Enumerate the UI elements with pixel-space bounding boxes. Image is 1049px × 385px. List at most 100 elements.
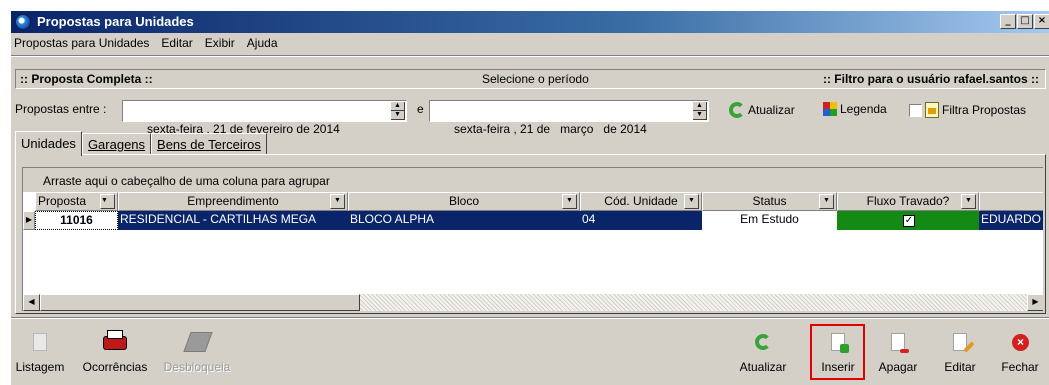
proposal-mode-label: :: Proposta Completa :: xyxy=(20,72,153,86)
menu-divider xyxy=(11,55,1049,57)
col-unidade-dropdown-icon[interactable]: ▼ xyxy=(684,194,699,209)
filter-tool[interactable]: Filtra Propostas xyxy=(909,102,1026,118)
col-proposta-dropdown-icon[interactable]: ▼ xyxy=(100,194,115,209)
end-date-picker[interactable]: sexta-feira , 21 de março de 2014 ▲ ▼ xyxy=(429,100,709,136)
col-cod-unidade[interactable]: Cód. Unidade ▼ xyxy=(580,192,702,211)
maximize-button[interactable]: □ xyxy=(1017,14,1033,29)
col-extra[interactable] xyxy=(979,192,1043,211)
col-fluxo-travado[interactable]: Fluxo Travado? ▼ xyxy=(837,192,979,211)
fechar-icon: × xyxy=(1006,328,1034,356)
cell-proposta[interactable]: 11016 xyxy=(35,211,118,230)
col-status[interactable]: Status ▼ xyxy=(702,192,837,211)
cell-empreendimento[interactable]: RESIDENCIAL - CARTILHAS MEGA xyxy=(118,211,348,230)
cell-fluxo-travado[interactable]: ✓ xyxy=(837,211,979,230)
column-headers: Proposta ▼ Empreendimento ▼ Bloco ▼ Cód. Un… xyxy=(23,192,1043,211)
apagar-icon xyxy=(884,328,912,356)
tab-strip: Unidades Garagens Bens de Terceiros xyxy=(15,131,267,156)
filter-icon xyxy=(925,102,939,118)
window-title: Propostas para Unidades xyxy=(37,14,194,29)
ocorrencias-icon xyxy=(101,328,129,356)
col-bloco[interactable]: Bloco ▼ xyxy=(348,192,580,211)
period-label: Propostas entre : xyxy=(15,102,107,116)
filter-checkbox[interactable] xyxy=(909,103,922,117)
tab-unidades[interactable]: Unidades xyxy=(15,131,82,156)
col-fluxo-dropdown-icon[interactable]: ▼ xyxy=(961,194,976,209)
menu-ajuda[interactable]: Ajuda xyxy=(247,36,278,50)
close-window-button[interactable]: × xyxy=(1034,14,1049,29)
title-bar: Propostas para Unidades _ □ × xyxy=(11,11,1049,33)
tab-bens-terceiros[interactable]: Bens de Terceiros xyxy=(151,133,267,155)
legend-label: Legenda xyxy=(840,102,887,116)
col-bloco-dropdown-icon[interactable]: ▼ xyxy=(562,194,577,209)
editar-button[interactable]: Editar xyxy=(937,328,983,374)
editar-label: Editar xyxy=(944,360,976,374)
scroll-thumb[interactable] xyxy=(40,294,360,311)
menu-propostas[interactable]: Propostas para Unidades xyxy=(14,36,149,50)
cell-bloco[interactable]: BLOCO ALPHA xyxy=(348,211,580,230)
editar-icon xyxy=(946,328,975,356)
menu-exibir[interactable]: Exibir xyxy=(205,36,235,50)
app-icon xyxy=(15,14,31,30)
listagem-label: Listagem xyxy=(15,360,65,374)
apagar-button[interactable]: Apagar xyxy=(873,328,923,374)
refresh-label: Atualizar xyxy=(748,103,795,117)
group-by-area[interactable]: Arraste aqui o cabeçalho de uma coluna p… xyxy=(23,168,1043,192)
fechar-button[interactable]: × Fechar xyxy=(997,328,1043,374)
window-controls: _ □ × xyxy=(1000,14,1049,29)
minimize-button[interactable]: _ xyxy=(1000,14,1016,29)
start-spin-down-icon[interactable]: ▼ xyxy=(391,111,405,120)
end-date-spinner[interactable]: ▲ ▼ xyxy=(692,102,707,120)
legend-icon xyxy=(823,102,837,116)
scroll-left-icon[interactable]: ◀ xyxy=(23,294,40,311)
cell-extra[interactable]: EDUARDO xyxy=(979,211,1043,230)
ocorrencias-button[interactable]: Ocorrências xyxy=(67,328,163,374)
apagar-label: Apagar xyxy=(878,360,918,374)
col-empreendimento-dropdown-icon[interactable]: ▼ xyxy=(330,194,345,209)
atualizar-label: Atualizar xyxy=(739,360,787,374)
app-window: Propostas para Unidades _ □ × Propostas … xyxy=(10,10,1049,385)
menu-editar[interactable]: Editar xyxy=(161,36,192,50)
bottom-toolbar: Listagem Ocorrências Desbloqueia Atualiz… xyxy=(11,322,1049,385)
cell-status[interactable]: Em Estudo xyxy=(702,211,837,230)
horizontal-scrollbar[interactable]: ◀ ▶ xyxy=(23,294,1043,311)
period-hint: Selecione o período xyxy=(482,72,589,86)
end-spin-up-icon[interactable]: ▲ xyxy=(693,102,707,111)
group-hint: Arraste aqui o cabeçalho de uma coluna p… xyxy=(43,174,330,188)
header-strip: :: Proposta Completa :: Selecione o perí… xyxy=(15,69,1046,89)
refresh-icon xyxy=(729,102,745,118)
table-row[interactable]: ▶ 11016 RESIDENCIAL - CARTILHAS MEGA BLO… xyxy=(23,211,1043,230)
legend-tool[interactable]: Legenda xyxy=(823,102,887,116)
period-joiner: e xyxy=(417,102,424,116)
cell-unidade[interactable]: 04 xyxy=(580,211,702,230)
inserir-highlight xyxy=(810,324,865,380)
col-proposta[interactable]: Proposta ▼ xyxy=(35,192,118,211)
start-date-spinner[interactable]: ▲ ▼ xyxy=(390,102,405,120)
desbloqueia-icon xyxy=(183,328,213,356)
desbloqueia-label: Desbloqueia xyxy=(163,360,231,374)
user-filter-label: :: Filtro para o usuário rafael.santos :… xyxy=(822,72,1039,86)
row-pointer-icon: ▶ xyxy=(23,211,35,230)
col-empreendimento[interactable]: Empreendimento ▼ xyxy=(118,192,348,211)
ocorrencias-label: Ocorrências xyxy=(82,360,148,374)
end-spin-down-icon[interactable]: ▼ xyxy=(693,111,707,120)
tab-garagens[interactable]: Garagens xyxy=(81,133,152,155)
start-date-picker[interactable]: sexta-feira , 21 de fevereiro de 2014 ▲ … xyxy=(122,100,407,136)
listagem-button[interactable]: Listagem xyxy=(15,328,65,374)
menu-bar: Propostas para Unidades Editar Exibir Aj… xyxy=(11,33,1049,53)
fechar-label: Fechar xyxy=(1001,360,1039,374)
tab-panel: Arraste aqui o cabeçalho de uma coluna p… xyxy=(15,154,1046,314)
filter-label: Filtra Propostas xyxy=(942,103,1027,117)
atualizar-button[interactable]: Atualizar xyxy=(733,328,793,374)
atualizar-icon xyxy=(749,328,777,356)
bottom-divider xyxy=(11,317,1049,319)
col-status-dropdown-icon[interactable]: ▼ xyxy=(819,194,834,209)
fluxo-checkbox-icon[interactable]: ✓ xyxy=(903,215,915,227)
refresh-tool[interactable]: Atualizar xyxy=(729,102,795,118)
scroll-right-icon[interactable]: ▶ xyxy=(1027,294,1043,311)
period-row: Propostas entre : sexta-feira , 21 de fe… xyxy=(11,97,1049,136)
desbloqueia-button[interactable]: Desbloqueia xyxy=(163,328,231,374)
end-date-value: sexta-feira , 21 de março de 2014 xyxy=(454,122,647,136)
start-spin-up-icon[interactable]: ▲ xyxy=(391,102,405,111)
proposals-grid: Arraste aqui o cabeçalho de uma coluna p… xyxy=(22,167,1043,311)
listagem-icon xyxy=(26,328,54,356)
